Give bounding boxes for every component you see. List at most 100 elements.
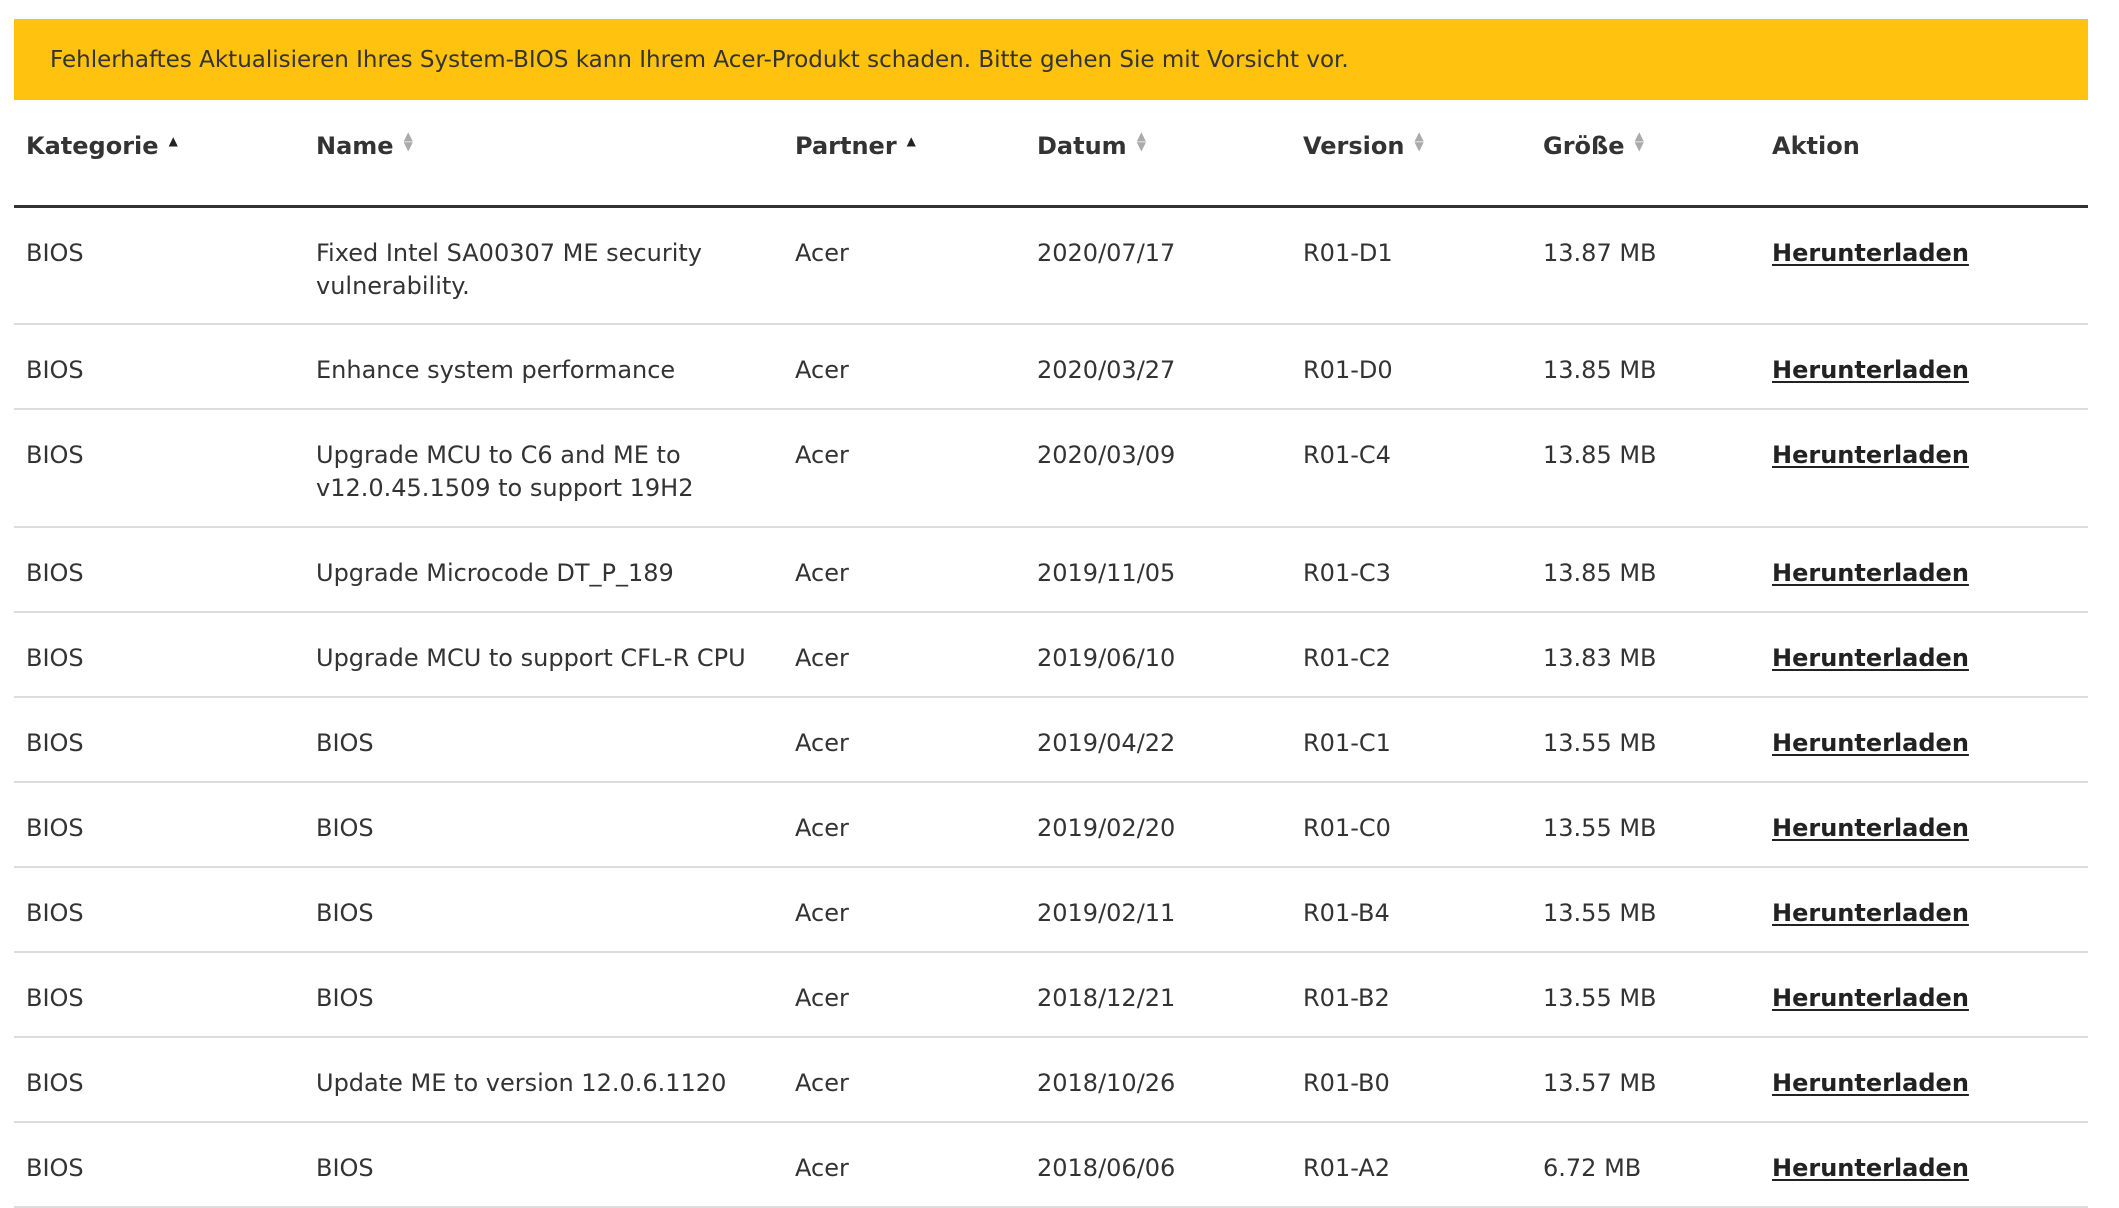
column-header-label: Aktion xyxy=(1772,132,1860,160)
cell-category: BIOS xyxy=(14,867,304,953)
cell-date: 2018/10/26 xyxy=(1025,1037,1291,1123)
cell-date: 2019/02/11 xyxy=(1025,867,1291,953)
cell-name: Update ME to version 12.0.6.1120 xyxy=(304,1037,783,1123)
download-link[interactable]: Herunterladen xyxy=(1772,814,1969,842)
cell-size: 13.55 MB xyxy=(1531,697,1760,783)
column-header-partner[interactable]: Partner ▲ xyxy=(783,100,1025,208)
sort-both-icon[interactable]: ▲ ▼ xyxy=(1414,130,1426,152)
cell-date: 2019/02/20 xyxy=(1025,782,1291,868)
download-link[interactable]: Herunterladen xyxy=(1772,729,1969,757)
cell-name: BIOS xyxy=(304,1122,783,1208)
cell-category: BIOS xyxy=(14,952,304,1038)
column-header-label: Größe xyxy=(1543,132,1625,160)
cell-action: Herunterladen xyxy=(1760,409,2088,528)
cell-size: 13.85 MB xyxy=(1531,409,1760,528)
download-link[interactable]: Herunterladen xyxy=(1772,356,1969,384)
cell-version: R01-B2 xyxy=(1291,952,1531,1038)
cell-size: 13.55 MB xyxy=(1531,782,1760,868)
table-row: BIOS BIOS Acer 2019/02/20 R01-C0 13.55 M… xyxy=(14,782,2088,868)
table-row: BIOS Upgrade Microcode DT_P_189 Acer 201… xyxy=(14,527,2088,613)
cell-version: R01-C4 xyxy=(1291,409,1531,528)
column-header-name[interactable]: Name ▲ ▼ xyxy=(304,100,783,208)
warning-text: Fehlerhaftes Aktualisieren Ihres System-… xyxy=(50,46,1349,73)
cell-version: R01-C2 xyxy=(1291,612,1531,698)
column-header-label: Kategorie xyxy=(26,132,159,160)
cell-date: 2019/11/05 xyxy=(1025,527,1291,613)
cell-category: BIOS xyxy=(14,1122,304,1208)
cell-partner: Acer xyxy=(783,1037,1025,1123)
cell-date: 2020/03/09 xyxy=(1025,409,1291,528)
cell-name: Upgrade Microcode DT_P_189 xyxy=(304,527,783,613)
column-header-action: Aktion xyxy=(1760,100,2088,208)
sort-both-icon[interactable]: ▲ ▼ xyxy=(404,130,416,152)
column-header-label: Datum xyxy=(1037,132,1127,160)
cell-partner: Acer xyxy=(783,952,1025,1038)
download-link[interactable]: Herunterladen xyxy=(1772,1154,1969,1182)
cell-name: BIOS xyxy=(304,782,783,868)
sort-both-icon[interactable]: ▲ ▼ xyxy=(1635,130,1647,152)
cell-action: Herunterladen xyxy=(1760,612,2088,698)
cell-action: Herunterladen xyxy=(1760,952,2088,1038)
cell-size: 13.85 MB xyxy=(1531,527,1760,613)
download-link[interactable]: Herunterladen xyxy=(1772,239,1969,267)
cell-category: BIOS xyxy=(14,1037,304,1123)
cell-size: 13.83 MB xyxy=(1531,612,1760,698)
download-link[interactable]: Herunterladen xyxy=(1772,644,1969,672)
cell-size: 13.57 MB xyxy=(1531,1037,1760,1123)
cell-action: Herunterladen xyxy=(1760,527,2088,613)
sort-ascending-icon[interactable]: ▲ xyxy=(169,135,181,147)
sort-both-icon[interactable]: ▲ ▼ xyxy=(1137,130,1149,152)
cell-date: 2020/03/27 xyxy=(1025,324,1291,410)
table-row: BIOS Update ME to version 12.0.6.1120 Ac… xyxy=(14,1037,2088,1123)
cell-version: R01-C1 xyxy=(1291,697,1531,783)
cell-version: R01-A2 xyxy=(1291,1122,1531,1208)
column-header-label: Version xyxy=(1303,132,1405,160)
cell-partner: Acer xyxy=(783,612,1025,698)
cell-size: 13.85 MB xyxy=(1531,324,1760,410)
cell-category: BIOS xyxy=(14,206,304,325)
cell-name: BIOS xyxy=(304,952,783,1038)
cell-date: 2018/06/06 xyxy=(1025,1122,1291,1208)
download-link[interactable]: Herunterladen xyxy=(1772,899,1969,927)
column-header-label: Name xyxy=(316,132,394,160)
table-header-row: Kategorie ▲ Name ▲ ▼ Partner ▲ Datum ▲ ▼ Versi… xyxy=(14,100,2088,208)
cell-category: BIOS xyxy=(14,697,304,783)
table-row: BIOS Upgrade MCU to support CFL-R CPU Ac… xyxy=(14,612,2088,698)
column-header-version[interactable]: Version ▲ ▼ xyxy=(1291,100,1531,208)
table-row: BIOS Enhance system performance Acer 202… xyxy=(14,324,2088,410)
download-link[interactable]: Herunterladen xyxy=(1772,1069,1969,1097)
cell-partner: Acer xyxy=(783,206,1025,325)
download-link[interactable]: Herunterladen xyxy=(1772,441,1969,469)
cell-version: R01-C3 xyxy=(1291,527,1531,613)
cell-date: 2019/06/10 xyxy=(1025,612,1291,698)
cell-name: Fixed Intel SA00307 ME security vulnerab… xyxy=(304,206,783,325)
cell-version: R01-B0 xyxy=(1291,1037,1531,1123)
cell-category: BIOS xyxy=(14,782,304,868)
column-header-size[interactable]: Größe ▲ ▼ xyxy=(1531,100,1760,208)
cell-version: R01-D1 xyxy=(1291,206,1531,325)
table-row: BIOS Upgrade MCU to C6 and ME to v12.0.4… xyxy=(14,409,2088,528)
cell-name: BIOS xyxy=(304,697,783,783)
cell-partner: Acer xyxy=(783,697,1025,783)
table-row: BIOS BIOS Acer 2019/04/22 R01-C1 13.55 M… xyxy=(14,697,2088,783)
download-link[interactable]: Herunterladen xyxy=(1772,984,1969,1012)
cell-partner: Acer xyxy=(783,867,1025,953)
cell-action: Herunterladen xyxy=(1760,324,2088,410)
table-row: BIOS Fixed Intel SA00307 ME security vul… xyxy=(14,206,2088,325)
cell-action: Herunterladen xyxy=(1760,782,2088,868)
cell-action: Herunterladen xyxy=(1760,1037,2088,1123)
cell-category: BIOS xyxy=(14,612,304,698)
column-header-category[interactable]: Kategorie ▲ xyxy=(14,100,304,208)
bios-warning-banner: Fehlerhaftes Aktualisieren Ihres System-… xyxy=(14,19,2088,100)
column-header-date[interactable]: Datum ▲ ▼ xyxy=(1025,100,1291,208)
table-row: BIOS BIOS Acer 2019/02/11 R01-B4 13.55 M… xyxy=(14,867,2088,953)
cell-version: R01-C0 xyxy=(1291,782,1531,868)
column-header-label: Partner xyxy=(795,132,897,160)
cell-date: 2019/04/22 xyxy=(1025,697,1291,783)
cell-partner: Acer xyxy=(783,409,1025,528)
cell-size: 13.87 MB xyxy=(1531,206,1760,325)
cell-partner: Acer xyxy=(783,527,1025,613)
download-link[interactable]: Herunterladen xyxy=(1772,559,1969,587)
cell-action: Herunterladen xyxy=(1760,206,2088,325)
sort-ascending-icon[interactable]: ▲ xyxy=(907,135,919,147)
